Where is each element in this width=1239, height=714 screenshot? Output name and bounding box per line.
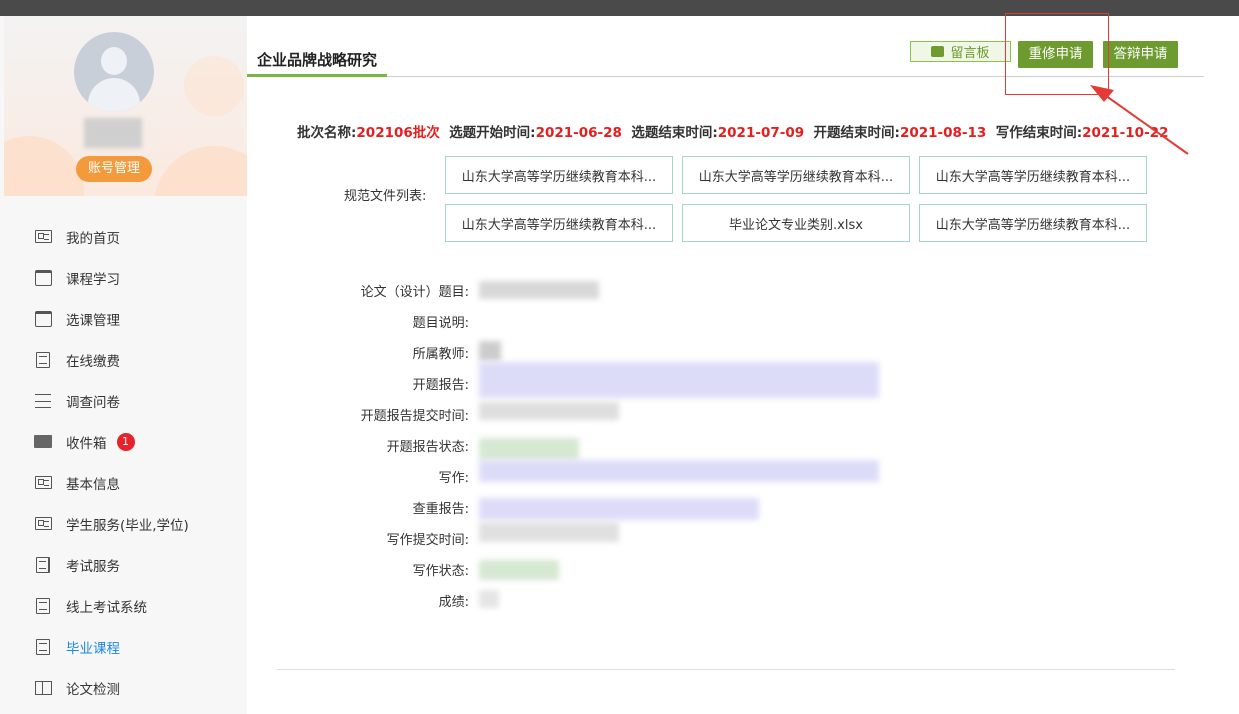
sidebar-item-label: 线上考试系统 xyxy=(66,599,147,616)
book-icon xyxy=(34,680,52,696)
avatar[interactable] xyxy=(74,32,154,112)
inbox-count-badge: 1 xyxy=(116,432,135,451)
proposal-status-blurred xyxy=(479,438,579,460)
sidebar-item-label: 学生服务(毕业,学位) xyxy=(66,517,189,534)
plagiarism-report-label: 查重报告: xyxy=(412,502,469,517)
profile-panel: 账号管理 xyxy=(4,16,247,196)
sidebar-item-label: 我的首页 xyxy=(66,230,120,247)
sidebar-item-graduation-course[interactable]: 毕业课程 xyxy=(0,626,247,667)
teacher-label: 所属教师: xyxy=(412,347,469,362)
writing-end-value: 2021-10-22 xyxy=(1082,125,1169,141)
file-link[interactable]: 山东大学高等学历继续教育本科... xyxy=(919,156,1147,194)
sidebar-item-inbox[interactable]: 收件箱 1 xyxy=(0,421,247,462)
list-icon xyxy=(34,393,52,409)
select-end-value: 2021-07-09 xyxy=(717,125,805,141)
page-title: 企业品牌战略研究 xyxy=(257,51,378,69)
proposal-submit-time-label: 开题报告提交时间: xyxy=(360,409,469,424)
message-board-button[interactable]: 留言板 xyxy=(910,41,1011,62)
sidebar-item-course-selection[interactable]: 选课管理 xyxy=(0,298,247,339)
account-management-button[interactable]: 账号管理 xyxy=(76,156,152,182)
proposal-report-label: 开题报告: xyxy=(412,378,469,393)
sidebar-item-online-payment[interactable]: 在线缴费 xyxy=(0,339,247,380)
proposal-end-label: 开题结束时间: xyxy=(813,125,900,141)
files-list-label: 规范文件列表: xyxy=(344,189,427,204)
sidebar-item-label: 在线缴费 xyxy=(66,353,120,370)
select-start-value: 2021-06-28 xyxy=(535,125,622,141)
mail-icon xyxy=(34,434,52,450)
calendar-icon xyxy=(34,310,52,327)
writing-submit-time-blurred xyxy=(479,522,619,542)
plagiarism-report-link-blurred[interactable] xyxy=(479,498,759,520)
writing-label: 写作: xyxy=(438,471,469,486)
thesis-title-label: 论文（设计）题目: xyxy=(360,285,469,300)
writing-end-label: 写作结束时间: xyxy=(995,125,1083,141)
sidebar-item-survey[interactable]: 调查问卷 xyxy=(0,380,247,421)
sidebar-item-label: 选课管理 xyxy=(66,312,120,329)
title-desc-label: 题目说明: xyxy=(412,316,469,331)
batch-info: 批次名称:202106批次 选题开始时间:2021-06-28 选题结束时间:2… xyxy=(297,121,1168,141)
batch-name-label: 批次名称: xyxy=(297,125,357,141)
avatar-head-icon xyxy=(101,47,127,75)
score-value-blurred xyxy=(479,590,499,608)
id-card-icon xyxy=(34,516,52,532)
thesis-title-value-blurred xyxy=(479,281,599,299)
writing-status-label: 写作状态: xyxy=(412,564,469,579)
select-start-label: 选题开始时间: xyxy=(449,125,536,141)
document-icon xyxy=(34,638,52,655)
batch-name-value: 202106批次 xyxy=(356,125,440,141)
avatar-body-icon xyxy=(88,78,140,112)
sidebar-item-label: 收件箱 xyxy=(66,435,107,452)
proposal-status-label: 开题报告状态: xyxy=(386,440,469,455)
score-label: 成绩: xyxy=(438,595,469,610)
proposal-submit-time-blurred xyxy=(479,402,619,420)
edit-document-icon xyxy=(34,556,52,573)
document-icon xyxy=(34,597,52,614)
annotation-highlight-box xyxy=(1005,13,1109,95)
sidebar: 账号管理 我的首页 课程学习 选课管理 在线缴费 调查问卷 收件箱 1 基本信息… xyxy=(0,16,247,714)
file-link[interactable]: 山东大学高等学历继续教育本科... xyxy=(682,156,910,194)
sidebar-item-student-services[interactable]: 学生服务(毕业,学位) xyxy=(0,503,247,544)
file-link[interactable]: 山东大学高等学历继续教育本科... xyxy=(445,156,673,194)
sidebar-item-online-exam[interactable]: 线上考试系统 xyxy=(0,585,247,626)
sidebar-item-exam-services[interactable]: 考试服务 xyxy=(0,544,247,585)
main-content: 企业品牌战略研究 留言板 重修申请 答辩申请 批次名称:202106批次 选题开… xyxy=(247,13,1239,714)
sidebar-item-label: 考试服务 xyxy=(66,558,120,575)
writing-status-blurred xyxy=(479,560,559,580)
select-end-label: 选题结束时间: xyxy=(631,125,718,141)
writing-submit-time-label: 写作提交时间: xyxy=(386,533,469,548)
chat-bubble-icon xyxy=(931,41,945,57)
id-card-icon xyxy=(34,475,52,491)
bottom-divider xyxy=(277,669,1175,670)
id-card-icon xyxy=(34,229,52,245)
file-link[interactable]: 毕业论文专业类别.xlsx xyxy=(682,204,910,242)
writing-link-blurred[interactable] xyxy=(479,460,879,482)
defense-apply-button[interactable]: 答辩申请 xyxy=(1103,41,1178,68)
sidebar-item-label: 论文检测 xyxy=(66,681,120,698)
proposal-end-value: 2021-08-13 xyxy=(899,125,987,141)
proposal-report-link-blurred[interactable] xyxy=(479,362,879,398)
sidebar-item-label: 调查问卷 xyxy=(66,394,120,411)
sidebar-item-label: 毕业课程 xyxy=(66,640,120,657)
document-icon xyxy=(34,351,52,368)
title-underline xyxy=(247,74,387,77)
calendar-icon xyxy=(34,269,52,286)
file-link[interactable]: 山东大学高等学历继续教育本科... xyxy=(919,204,1147,242)
sidebar-item-home[interactable]: 我的首页 xyxy=(0,216,247,257)
sidebar-item-course-study[interactable]: 课程学习 xyxy=(0,257,247,298)
sidebar-item-basic-info[interactable]: 基本信息 xyxy=(0,462,247,503)
sidebar-item-thesis-check[interactable]: 论文检测 xyxy=(0,667,247,708)
message-board-label: 留言板 xyxy=(950,46,990,61)
teacher-value-blurred xyxy=(479,341,501,361)
username-blurred xyxy=(84,118,142,148)
file-link[interactable]: 山东大学高等学历继续教育本科... xyxy=(445,204,673,242)
sidebar-item-label: 课程学习 xyxy=(66,271,120,288)
sidebar-item-label: 基本信息 xyxy=(66,476,120,493)
